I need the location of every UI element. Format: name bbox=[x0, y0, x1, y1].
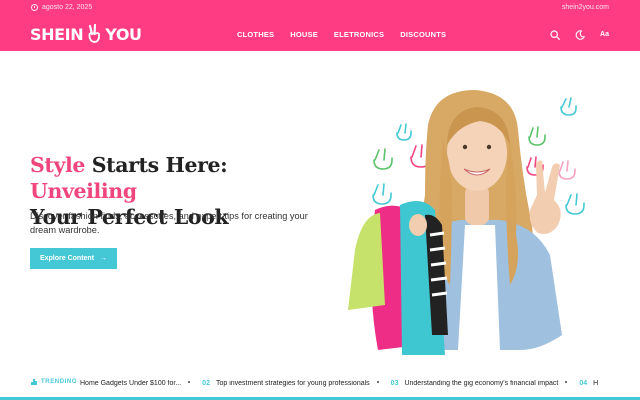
ticker-item[interactable]: 04 H bbox=[579, 380, 605, 387]
peace-hand-icon bbox=[88, 24, 101, 43]
ticker-item-number: 02 bbox=[202, 380, 210, 387]
arrow-right-icon: → bbox=[100, 255, 108, 262]
ticker-item[interactable]: 03 Understanding the gig economy's financ… bbox=[391, 380, 566, 387]
date-display: agosto 22, 2025 bbox=[31, 4, 92, 11]
explore-content-label: Explore Content bbox=[39, 255, 95, 262]
logo-text-right: YOU bbox=[105, 24, 142, 44]
nav-eletronics[interactable]: ELETRONICS bbox=[334, 30, 384, 39]
ticker-item[interactable]: Home Gadgets Under $100 for... bbox=[80, 380, 188, 387]
ticker-separator bbox=[565, 381, 568, 384]
nav-clothes[interactable]: CLOTHES bbox=[237, 30, 274, 39]
site-header: agosto 22, 2025 shein2you.com SHEIN YOU … bbox=[0, 0, 640, 51]
ticker-item-text: H bbox=[593, 380, 599, 387]
site-logo[interactable]: SHEIN YOU bbox=[30, 24, 142, 44]
hero-description: Discover fashion finds, accessories, and… bbox=[30, 211, 308, 235]
dark-mode-moon-icon[interactable] bbox=[574, 29, 585, 40]
clock-icon bbox=[31, 4, 38, 11]
hero-title-part-2: Starts Here: bbox=[91, 153, 228, 177]
header-tools: Aa bbox=[549, 29, 610, 40]
ticker-separator bbox=[376, 381, 379, 384]
logo-text-left: SHEIN bbox=[30, 24, 84, 44]
nav-row: SHEIN YOU CLOTHES HOUSE ELETRONICS DISCO… bbox=[0, 18, 640, 51]
nav-discounts[interactable]: DISCOUNTS bbox=[400, 30, 446, 39]
ticker-item-number: 04 bbox=[579, 380, 588, 387]
ticker-items: Home Gadgets Under $100 for... 02 Top inv… bbox=[80, 380, 620, 390]
ticker-item-number: 03 bbox=[390, 380, 399, 387]
hero-title-word-1: Style bbox=[30, 153, 86, 177]
trending-label-text: TRENDING bbox=[41, 379, 78, 385]
ticker-item[interactable]: 02 Top investment strategies for young pr… bbox=[202, 380, 377, 387]
site-url-link[interactable]: shein2you.com bbox=[562, 4, 609, 11]
date-text: agosto 22, 2025 bbox=[42, 4, 93, 11]
hero-title-word-3: Unveiling bbox=[30, 179, 137, 203]
search-icon[interactable] bbox=[549, 29, 560, 40]
ticker-item-text: Top investment strategies for young prof… bbox=[215, 380, 370, 387]
top-bar: agosto 22, 2025 shein2you.com bbox=[0, 0, 640, 18]
explore-content-button[interactable]: Explore Content → bbox=[30, 248, 117, 269]
trending-label: TRENDING bbox=[31, 379, 77, 385]
main-nav: CLOTHES HOUSE ELETRONICS DISCOUNTS bbox=[237, 30, 446, 39]
ticker-item-text: Understanding the gig economy's financia… bbox=[404, 380, 559, 387]
nav-house[interactable]: HOUSE bbox=[290, 30, 318, 39]
ticker-separator bbox=[188, 381, 191, 384]
ticker-item-text: Home Gadgets Under $100 for... bbox=[80, 380, 182, 387]
chart-bars-icon bbox=[31, 379, 37, 385]
font-size-toggle[interactable]: Aa bbox=[599, 29, 610, 40]
hero-woman-image bbox=[348, 90, 585, 355]
